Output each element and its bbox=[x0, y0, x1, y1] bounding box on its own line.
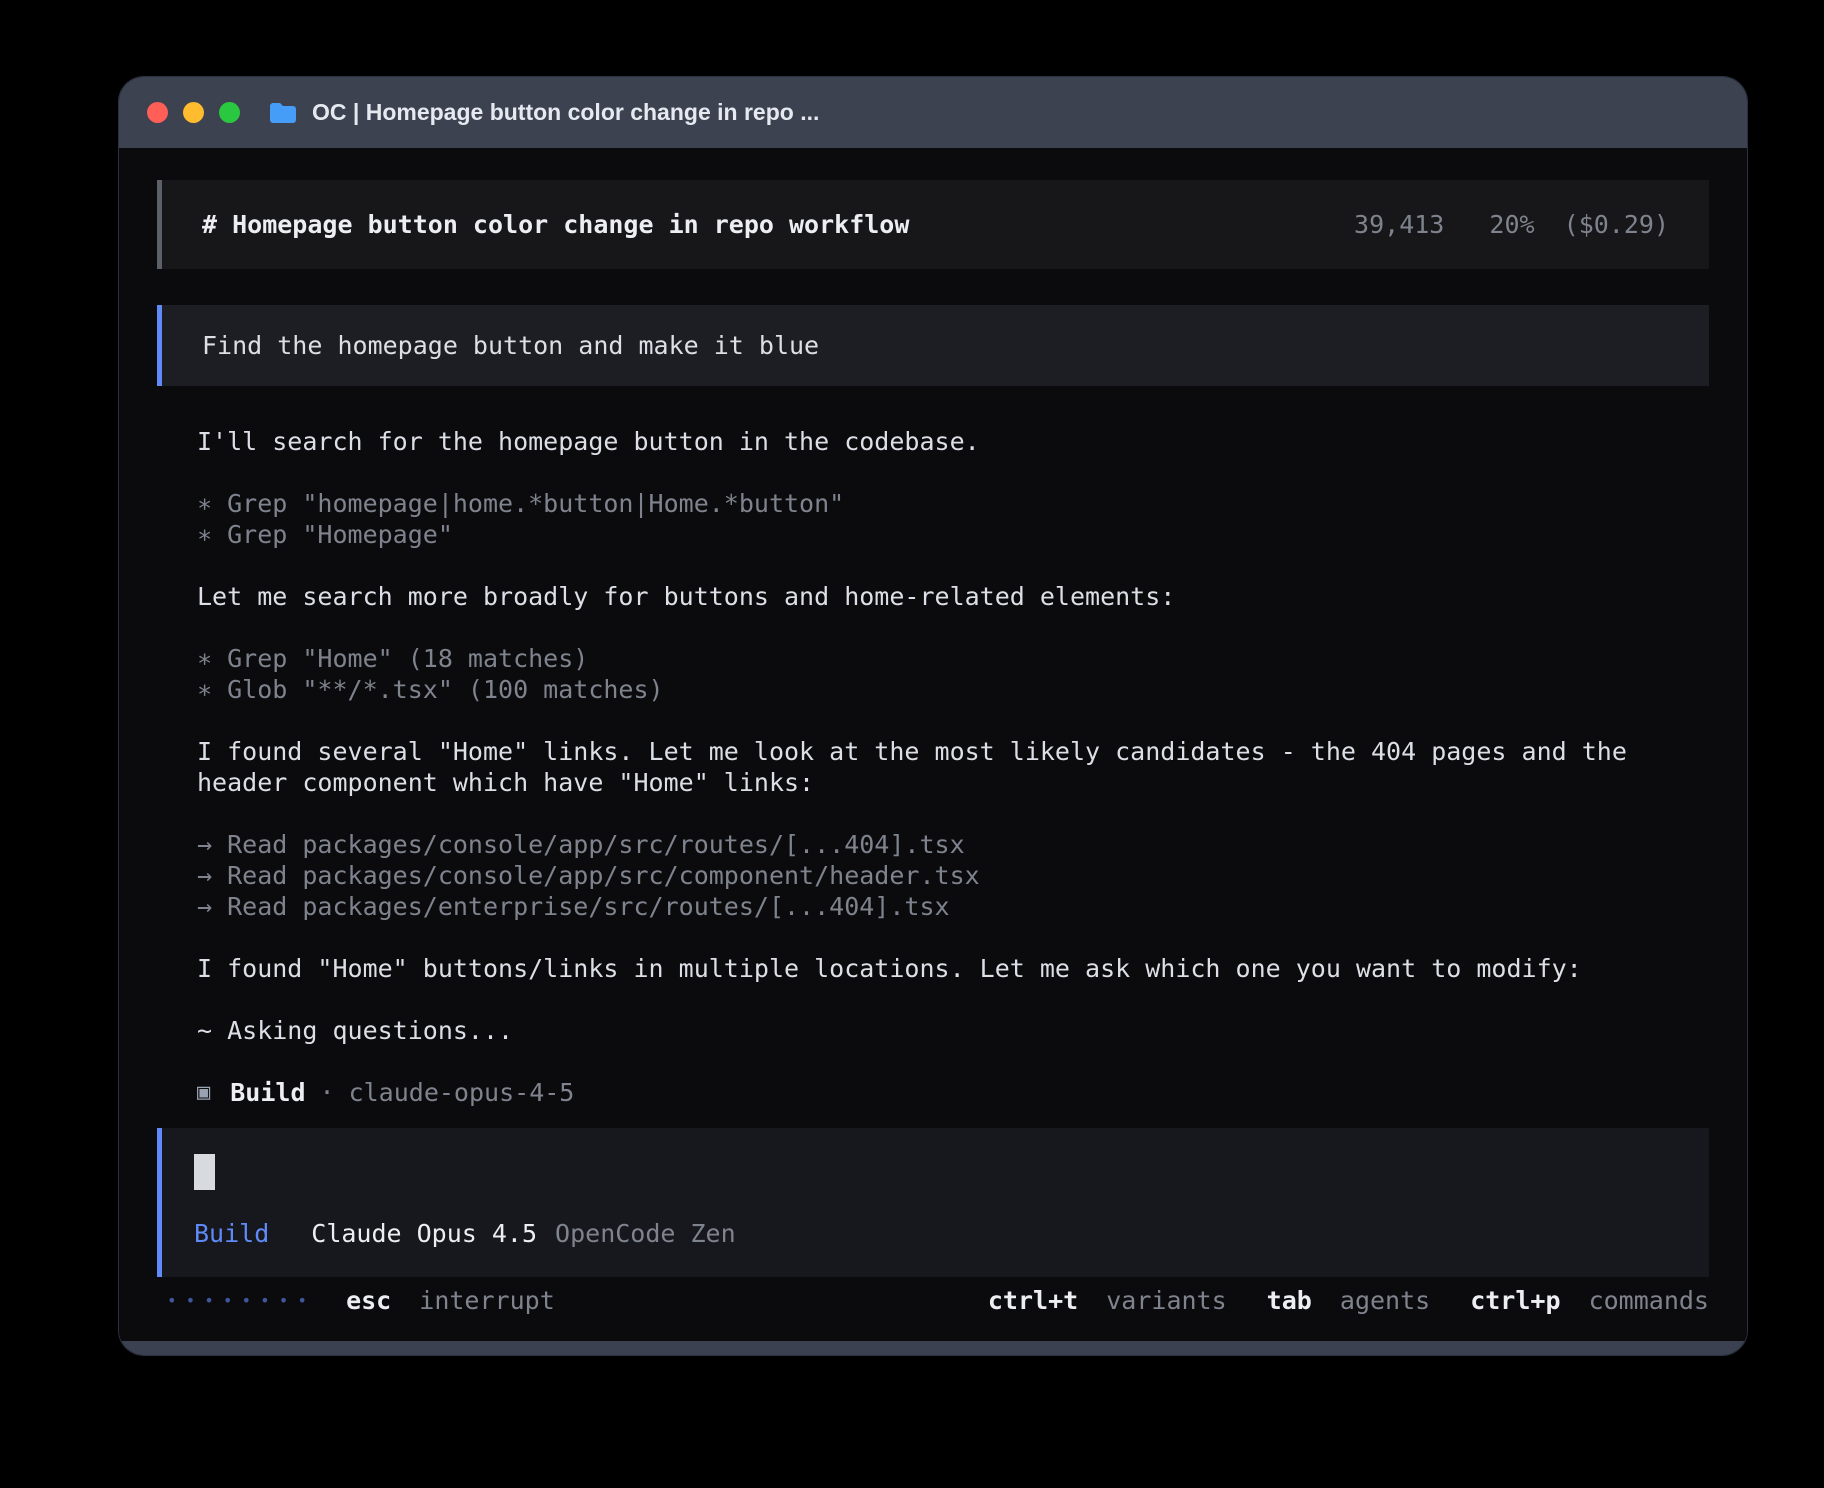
status-right: ctrl+t variants tab agents ctrl+p comman… bbox=[988, 1285, 1709, 1316]
window-title: OC | Homepage button color change in rep… bbox=[312, 99, 819, 126]
assistant-transcript: I'll search for the homepage button in t… bbox=[157, 386, 1709, 1108]
window-titlebar[interactable]: OC | Homepage button color change in rep… bbox=[119, 77, 1747, 148]
assistant-paragraph: I'll search for the homepage button in t… bbox=[197, 426, 1709, 457]
terminal-window: OC | Homepage button color change in rep… bbox=[118, 76, 1748, 1356]
tool-call-read: → Read packages/console/app/src/componen… bbox=[197, 860, 1709, 891]
agent-separator: · bbox=[320, 1077, 335, 1108]
shortcut-label: interrupt bbox=[419, 1286, 554, 1315]
tool-call-read: → Read packages/console/app/src/routes/[… bbox=[197, 829, 1709, 860]
agent-attribution: ▣ Build · claude-opus-4-5 bbox=[197, 1077, 1709, 1108]
shortcut-key: esc bbox=[346, 1286, 391, 1315]
shortcut-variants: ctrl+t variants bbox=[988, 1285, 1227, 1316]
user-message-text: Find the homepage button and make it blu… bbox=[202, 331, 819, 360]
tool-call-group: → Read packages/console/app/src/routes/[… bbox=[197, 829, 1709, 922]
input-meta: Build Claude Opus 4.5 OpenCode Zen bbox=[194, 1218, 1677, 1249]
tool-call-glob: ∗ Glob "**/*.tsx" (100 matches) bbox=[197, 674, 1709, 705]
assistant-paragraph: Let me search more broadly for buttons a… bbox=[197, 581, 1709, 612]
shortcut-interrupt: esc interrupt bbox=[346, 1285, 555, 1316]
shortcut-key: ctrl+t bbox=[988, 1286, 1078, 1315]
shortcut-label: commands bbox=[1589, 1286, 1709, 1315]
minimize-button[interactable] bbox=[183, 102, 204, 123]
session-title: # Homepage button color change in repo w… bbox=[202, 209, 909, 240]
provider-label: OpenCode Zen bbox=[555, 1218, 736, 1249]
spinner-dots: •••••••• bbox=[167, 1285, 316, 1316]
assistant-paragraph: I found "Home" buttons/links in multiple… bbox=[197, 953, 1709, 984]
terminal-content: # Homepage button color change in repo w… bbox=[119, 148, 1747, 1341]
assistant-paragraph: I found several "Home" links. Let me loo… bbox=[197, 736, 1709, 798]
model-label: Claude Opus 4.5 bbox=[311, 1218, 537, 1249]
shortcut-label: variants bbox=[1106, 1286, 1226, 1315]
agent-mode-label: Build bbox=[194, 1218, 269, 1249]
session-header: # Homepage button color change in repo w… bbox=[157, 180, 1709, 269]
shortcut-key: ctrl+p bbox=[1470, 1286, 1560, 1315]
tool-call-grep: ∗ Grep "Homepage" bbox=[197, 519, 1709, 550]
agent-icon: ▣ bbox=[197, 1077, 210, 1108]
window-bottom-edge bbox=[119, 1341, 1747, 1355]
shortcut-commands: ctrl+p commands bbox=[1470, 1285, 1709, 1316]
close-button[interactable] bbox=[147, 102, 168, 123]
agent-name: Build bbox=[230, 1077, 305, 1108]
status-bar: •••••••• esc interrupt ctrl+t variants t… bbox=[157, 1285, 1709, 1316]
session-cost: ($0.29) bbox=[1564, 210, 1669, 239]
context-percent: 20% bbox=[1489, 210, 1534, 239]
text-cursor bbox=[194, 1154, 215, 1190]
tool-call-group: ∗ Grep "Home" (18 matches) ∗ Glob "**/*.… bbox=[197, 643, 1709, 705]
user-message: Find the homepage button and make it blu… bbox=[157, 305, 1709, 386]
prompt-input[interactable]: Build Claude Opus 4.5 OpenCode Zen bbox=[157, 1128, 1709, 1277]
agent-model: claude-opus-4-5 bbox=[349, 1077, 575, 1108]
token-count: 39,413 bbox=[1354, 210, 1444, 239]
session-meta: 39,413 20% ($0.29) bbox=[1354, 209, 1669, 240]
tool-call-read: → Read packages/enterprise/src/routes/[.… bbox=[197, 891, 1709, 922]
status-left: •••••••• esc interrupt bbox=[167, 1285, 555, 1316]
folder-icon bbox=[268, 101, 298, 125]
traffic-lights bbox=[147, 102, 240, 123]
tool-call-grep: ∗ Grep "Home" (18 matches) bbox=[197, 643, 1709, 674]
tool-call-group: ∗ Grep "homepage|home.*button|Home.*butt… bbox=[197, 488, 1709, 550]
assistant-status-text: ~ Asking questions... bbox=[197, 1015, 1709, 1046]
tool-call-grep: ∗ Grep "homepage|home.*button|Home.*butt… bbox=[197, 488, 1709, 519]
shortcut-label: agents bbox=[1340, 1286, 1430, 1315]
shortcut-key: tab bbox=[1267, 1286, 1312, 1315]
zoom-button[interactable] bbox=[219, 102, 240, 123]
shortcut-agents: tab agents bbox=[1267, 1285, 1431, 1316]
